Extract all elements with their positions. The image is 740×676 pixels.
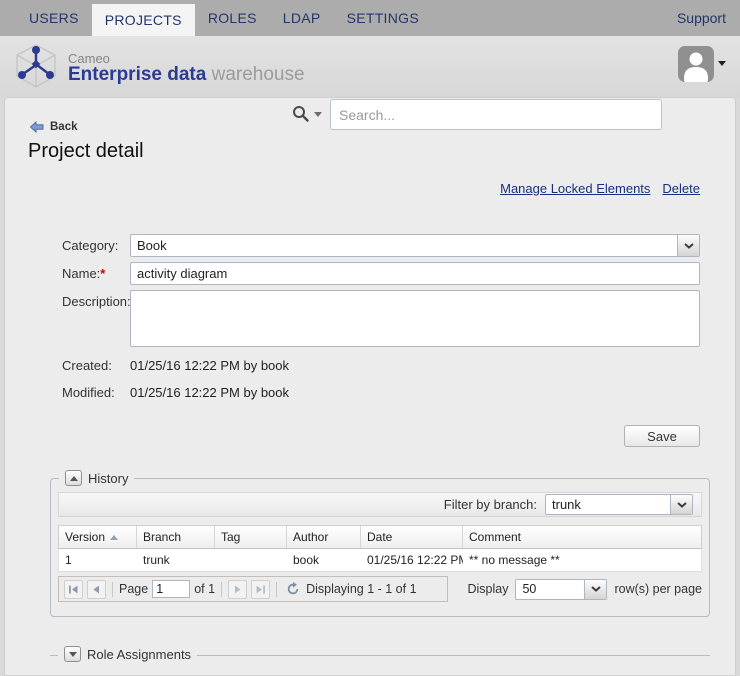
name-field[interactable] xyxy=(130,262,700,285)
first-page-button[interactable] xyxy=(64,580,83,599)
last-page-button[interactable] xyxy=(251,580,270,599)
rows-per-page-control: Display 50 row(s) per page xyxy=(467,576,702,602)
manage-locked-elements-link[interactable]: Manage Locked Elements xyxy=(500,181,650,196)
category-value: Book xyxy=(131,235,699,256)
nav-item-projects[interactable]: PROJECTS xyxy=(92,4,195,36)
cell-date: 01/25/16 12:22 PM xyxy=(361,549,463,571)
column-header-comment[interactable]: Comment xyxy=(463,526,701,548)
brand-product-name: Enterprise data warehouse xyxy=(68,65,305,85)
column-header-label: Version xyxy=(65,530,105,544)
filter-by-branch-label: Filter by branch: xyxy=(444,497,537,512)
history-toolbar: Filter by branch: trunk xyxy=(58,492,702,517)
save-button[interactable]: Save xyxy=(624,425,700,447)
cell-comment: ** no message ** xyxy=(463,549,701,571)
top-navbar: USERS PROJECTS ROLES LDAP SETTINGS Suppo… xyxy=(0,0,740,36)
table-row[interactable]: 1 trunk book 01/25/16 12:22 PM ** no mes… xyxy=(58,549,702,572)
name-label-text: Name: xyxy=(62,266,100,281)
page-label: Page xyxy=(119,582,148,596)
person-icon xyxy=(678,46,714,82)
first-page-icon xyxy=(68,584,79,595)
sort-ascending-icon xyxy=(110,535,118,540)
separator xyxy=(221,582,222,597)
back-link[interactable]: Back xyxy=(30,121,78,133)
history-table: Version Branch Tag Author Date Comment 1… xyxy=(58,525,702,572)
chevron-down-icon[interactable] xyxy=(670,495,692,514)
expand-role-assignments-button[interactable] xyxy=(64,646,81,662)
brand-text: Cameo Enterprise data warehouse xyxy=(68,52,305,86)
rows-per-page-label: row(s) per page xyxy=(614,582,702,596)
brand-light-text: warehouse xyxy=(206,64,304,85)
action-links: Manage Locked Elements Delete xyxy=(500,181,700,196)
pager-toolbar: Page of 1 Displaying 1 - 1 of 1 xyxy=(58,576,448,602)
column-header-branch[interactable]: Branch xyxy=(137,526,215,548)
separator xyxy=(112,582,113,597)
back-arrow-icon xyxy=(30,121,44,133)
history-panel: History Filter by branch: trunk Version … xyxy=(50,478,710,617)
refresh-button[interactable] xyxy=(283,580,302,599)
app-window: USERS PROJECTS ROLES LDAP SETTINGS Suppo… xyxy=(0,0,740,676)
previous-page-icon xyxy=(91,584,102,595)
header-band: Cameo Enterprise data warehouse xyxy=(0,36,740,97)
modified-value: 01/25/16 12:22 PM by book xyxy=(130,385,289,400)
history-legend-label: History xyxy=(88,471,128,486)
column-header-author[interactable]: Author xyxy=(287,526,361,548)
search-input[interactable] xyxy=(330,99,662,130)
cell-branch: trunk xyxy=(137,549,215,571)
page-title: Project detail xyxy=(28,140,144,163)
created-label: Created: xyxy=(62,358,112,373)
chevron-up-icon xyxy=(70,476,78,481)
display-label: Display xyxy=(467,582,508,596)
nav-item-settings[interactable]: SETTINGS xyxy=(334,0,432,36)
cell-tag xyxy=(215,549,287,571)
brand-strong-text: Enterprise data xyxy=(68,64,206,85)
search-options-caret-icon[interactable] xyxy=(314,112,322,117)
nav-item-ldap[interactable]: LDAP xyxy=(270,0,334,36)
brand-logo: Cameo Enterprise data warehouse xyxy=(12,42,305,95)
avatar-menu-caret-icon[interactable] xyxy=(718,61,726,66)
chevron-down-icon xyxy=(69,652,77,657)
network-cube-icon xyxy=(12,42,60,95)
chevron-down-icon[interactable] xyxy=(677,235,699,256)
refresh-icon xyxy=(286,582,300,596)
last-page-icon xyxy=(255,584,266,595)
search-icon[interactable] xyxy=(292,105,310,128)
cell-version: 1 xyxy=(59,549,137,571)
brand-cameo: Cameo xyxy=(68,52,305,66)
back-label: Back xyxy=(50,121,78,133)
previous-page-button[interactable] xyxy=(87,580,106,599)
delete-link[interactable]: Delete xyxy=(662,181,700,196)
nav-item-users[interactable]: USERS xyxy=(16,0,92,36)
page-number-input[interactable] xyxy=(152,580,190,598)
history-legend: History xyxy=(59,470,134,486)
role-assignments-legend-label: Role Assignments xyxy=(87,647,191,662)
branch-filter-select[interactable]: trunk xyxy=(545,494,693,515)
description-field[interactable] xyxy=(130,290,700,347)
created-value: 01/25/16 12:22 PM by book xyxy=(130,358,289,373)
category-label: Category: xyxy=(62,238,118,253)
column-header-tag[interactable]: Tag xyxy=(215,526,287,548)
next-page-icon xyxy=(232,584,243,595)
category-select[interactable]: Book xyxy=(130,234,700,257)
column-header-date[interactable]: Date xyxy=(361,526,463,548)
user-avatar[interactable] xyxy=(678,46,714,82)
chevron-down-icon[interactable] xyxy=(584,580,606,599)
nav-item-roles[interactable]: ROLES xyxy=(195,0,270,36)
table-header-row: Version Branch Tag Author Date Comment xyxy=(58,525,702,549)
displaying-status: Displaying 1 - 1 of 1 xyxy=(306,582,416,596)
of-total-label: of 1 xyxy=(194,582,215,596)
modified-label: Modified: xyxy=(62,385,115,400)
support-link[interactable]: Support xyxy=(677,0,740,36)
separator xyxy=(276,582,277,597)
required-marker: * xyxy=(100,266,105,281)
role-assignments-legend: Role Assignments xyxy=(58,646,197,662)
description-label: Description: xyxy=(62,294,131,309)
column-header-version[interactable]: Version xyxy=(59,526,137,548)
cell-author: book xyxy=(287,549,361,571)
rows-per-page-select[interactable]: 50 xyxy=(515,579,607,600)
name-label: Name:* xyxy=(62,266,105,281)
next-page-button[interactable] xyxy=(228,580,247,599)
collapse-history-button[interactable] xyxy=(65,470,82,486)
